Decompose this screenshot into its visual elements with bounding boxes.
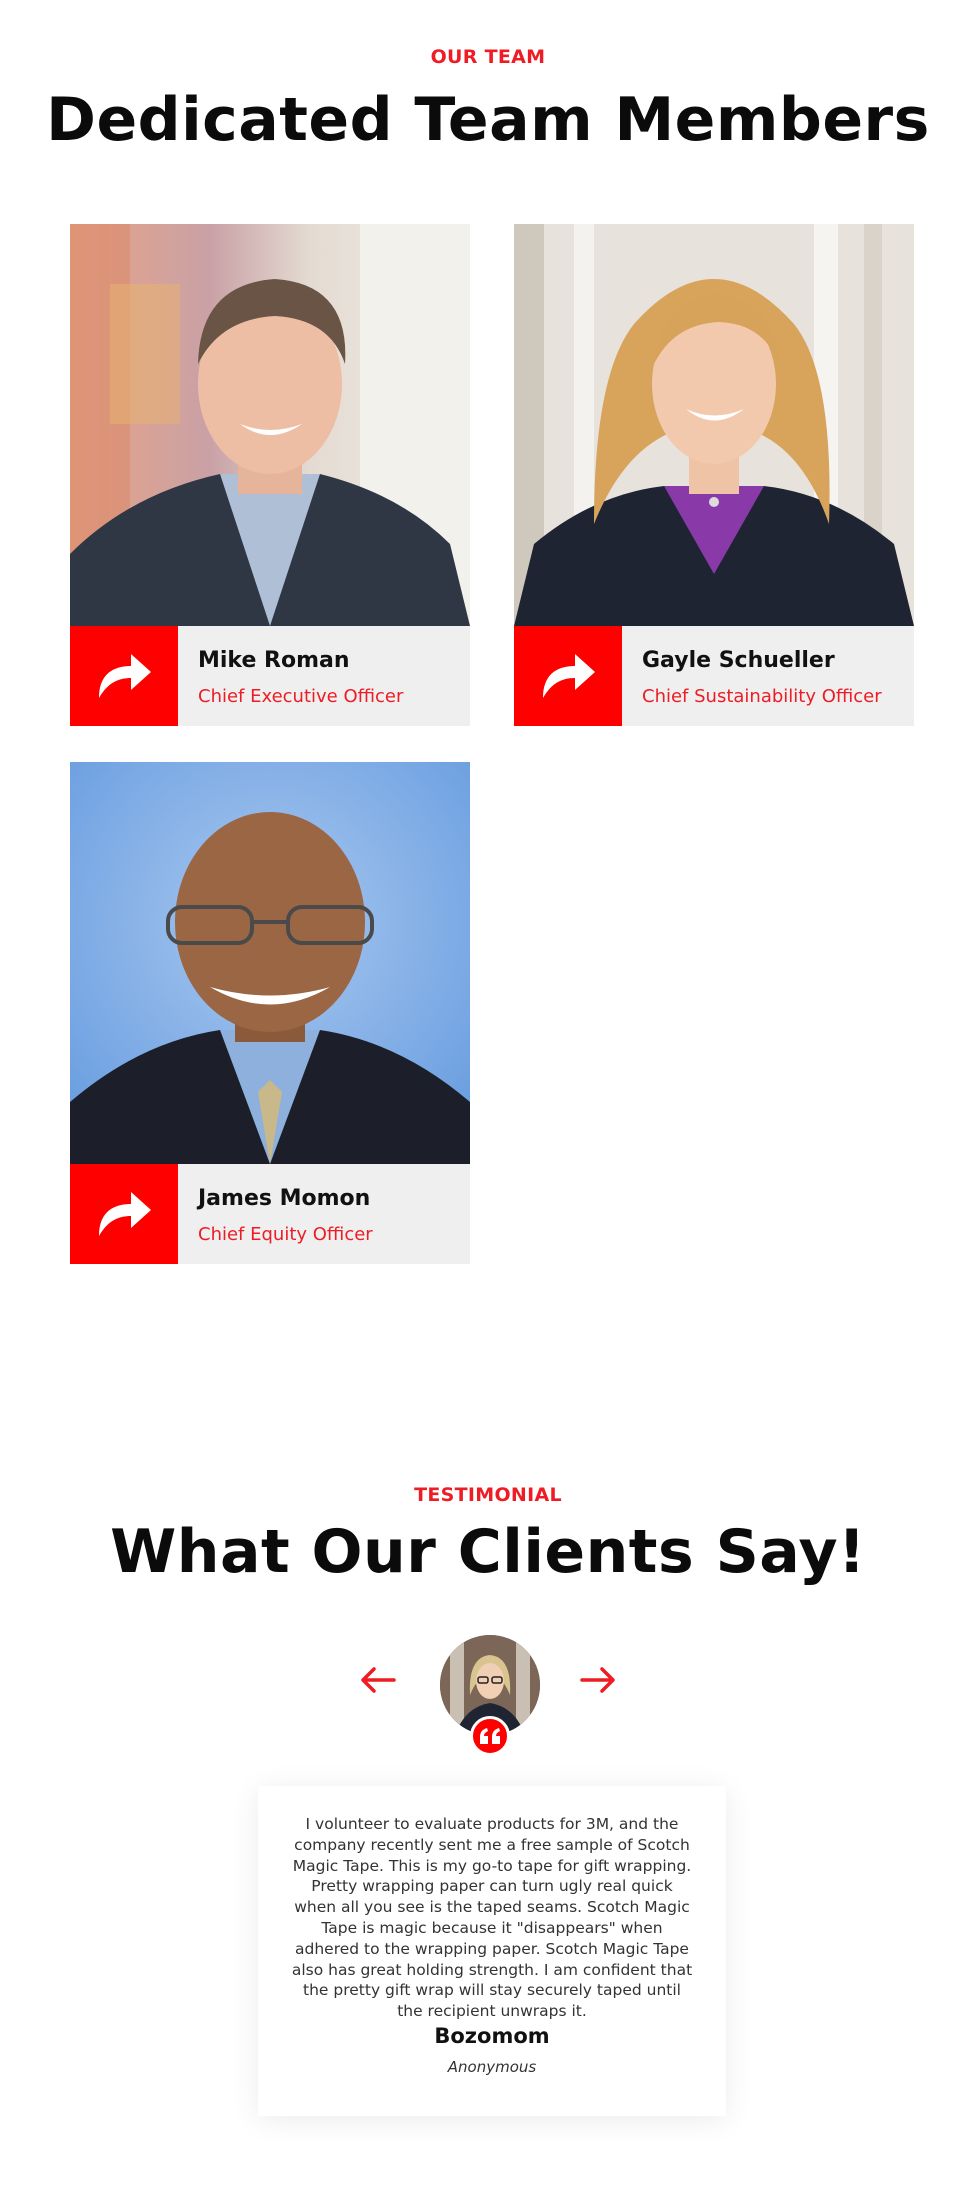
- testimonial-title: What Our Clients Say!: [110, 1517, 866, 1587]
- member-info-bar: Mike Roman Chief Executive Officer: [70, 626, 470, 726]
- member-name: James Momon: [198, 1186, 371, 1211]
- testimonial-quote: I volunteer to evaluate products for 3M,…: [291, 1815, 693, 2021]
- quote-icon: [480, 1728, 500, 1744]
- share-arrow-icon: [543, 654, 595, 698]
- member-info-bar: James Momon Chief Equity Officer: [70, 1164, 470, 1264]
- member-photo: [70, 762, 470, 1164]
- team-title: Dedicated Team Members: [46, 85, 930, 155]
- team-card-mike-roman[interactable]: Mike Roman Chief Executive Officer: [70, 224, 470, 726]
- next-button[interactable]: [578, 1663, 618, 1697]
- testimonial-eyebrow: TESTIMONIAL: [414, 1484, 562, 1506]
- member-info-bar: Gayle Schueller Chief Sustainability Off…: [514, 626, 914, 726]
- testimonial-section: TESTIMONIAL What Our Clients Say! I volu…: [0, 1460, 976, 2205]
- share-button[interactable]: [514, 626, 622, 726]
- team-eyebrow: OUR TEAM: [430, 46, 546, 68]
- member-photo-image: [70, 762, 470, 1164]
- member-photo-image: [70, 224, 470, 626]
- quote-badge: [470, 1716, 510, 1756]
- member-photo: [70, 224, 470, 626]
- member-photo-image: [514, 224, 914, 626]
- prev-button[interactable]: [358, 1663, 398, 1697]
- client-title: Anonymous: [447, 2058, 537, 2076]
- share-arrow-icon: [99, 654, 151, 698]
- member-role: Chief Sustainability Officer: [642, 686, 882, 707]
- member-role: Chief Equity Officer: [198, 1224, 373, 1245]
- member-photo: [514, 224, 914, 626]
- team-card-james-momon[interactable]: James Momon Chief Equity Officer: [70, 762, 470, 1264]
- testimonial-card: I volunteer to evaluate products for 3M,…: [258, 1786, 726, 2116]
- member-name: Gayle Schueller: [642, 648, 835, 673]
- member-role: Chief Executive Officer: [198, 686, 404, 707]
- share-arrow-icon: [99, 1192, 151, 1236]
- arrow-right-icon: [580, 1667, 615, 1693]
- member-name: Mike Roman: [198, 648, 350, 673]
- arrow-left-icon: [361, 1667, 396, 1693]
- team-section: OUR TEAM Dedicated Team Members Mike Rom…: [0, 0, 976, 1330]
- client-name: Bozomom: [434, 2024, 550, 2048]
- share-button[interactable]: [70, 626, 178, 726]
- share-button[interactable]: [70, 1164, 178, 1264]
- team-card-gayle-schueller[interactable]: Gayle Schueller Chief Sustainability Off…: [514, 224, 914, 726]
